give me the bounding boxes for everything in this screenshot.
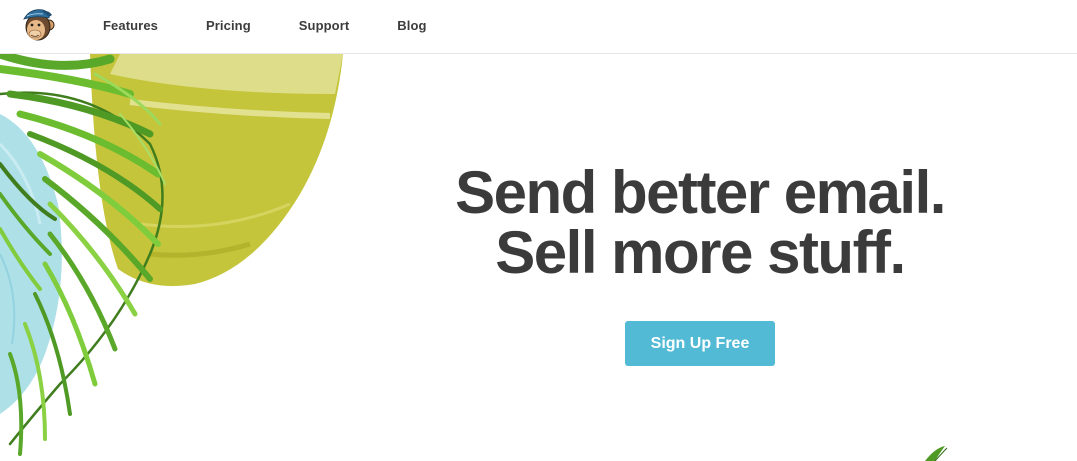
headline-line-2: Sell more stuff. [495, 219, 906, 286]
hero-headline: Send better email. Sell more stuff. [400, 163, 1000, 283]
page: Features Pricing Support Blog Send bette… [0, 0, 1077, 461]
headline-line-1: Send better email. [455, 159, 946, 226]
monkey-logo-icon[interactable] [16, 3, 58, 45]
nav-link-support[interactable]: Support [299, 18, 350, 33]
site-header: Features Pricing Support Blog [0, 0, 1077, 54]
nav-link-blog[interactable]: Blog [397, 18, 426, 33]
hero-illustration [0, 54, 343, 456]
main-nav: Features Pricing Support Blog [103, 0, 475, 50]
nav-link-pricing[interactable]: Pricing [206, 18, 251, 33]
sign-up-free-button[interactable]: Sign Up Free [625, 321, 775, 366]
leaf-tip-illustration [925, 446, 948, 461]
nav-link-features[interactable]: Features [103, 18, 158, 33]
